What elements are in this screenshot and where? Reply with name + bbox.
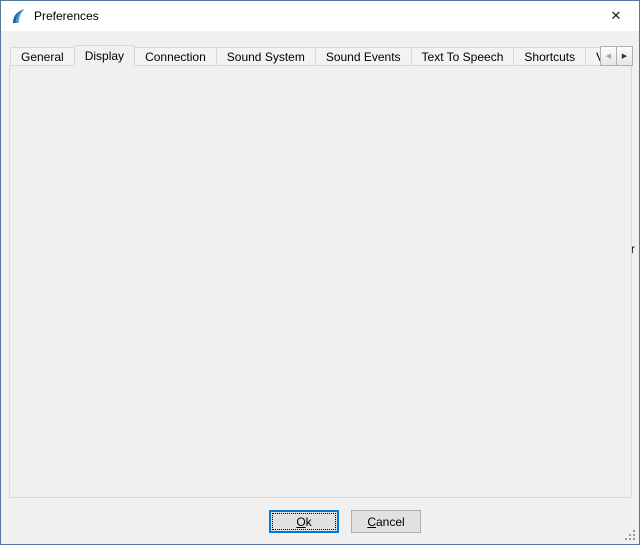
tab-sound-system[interactable]: Sound System: [216, 47, 316, 66]
cancel-button[interactable]: Cancel: [351, 510, 421, 533]
tab-text-to-speech[interactable]: Text To Speech: [411, 47, 515, 66]
close-icon: ✕: [611, 8, 622, 24]
tab-bar: General Display Connection Sound System …: [10, 45, 604, 66]
close-button[interactable]: ✕: [593, 1, 639, 31]
ok-label: k: [306, 515, 312, 529]
tab-scroll-right-icon[interactable]: ▶: [616, 46, 633, 66]
titlebar[interactable]: Preferences ✕: [1, 1, 639, 31]
cancel-label: ancel: [376, 515, 405, 529]
resize-grip[interactable]: [623, 528, 635, 540]
tab-scroll-left-icon[interactable]: ◀: [600, 46, 617, 66]
ok-access-key: O: [296, 515, 305, 529]
tab-display[interactable]: Display: [74, 45, 135, 66]
cancel-access-key: C: [367, 515, 376, 529]
app-icon: [10, 8, 26, 24]
tab-general[interactable]: General: [10, 47, 75, 66]
tab-connection[interactable]: Connection: [134, 47, 217, 66]
tab-scrollers: ◀ ▶: [601, 46, 633, 66]
window-title: Preferences: [34, 9, 99, 23]
preferences-dialog: Preferences ✕ General Display Connection…: [0, 0, 640, 545]
display-tab-pane: [9, 65, 632, 498]
ok-button[interactable]: Ok: [269, 510, 339, 533]
tab-shortcuts[interactable]: Shortcuts: [513, 47, 586, 66]
dialog-button-row: Ok Cancel: [26, 510, 640, 533]
tab-sound-events[interactable]: Sound Events: [315, 47, 412, 66]
